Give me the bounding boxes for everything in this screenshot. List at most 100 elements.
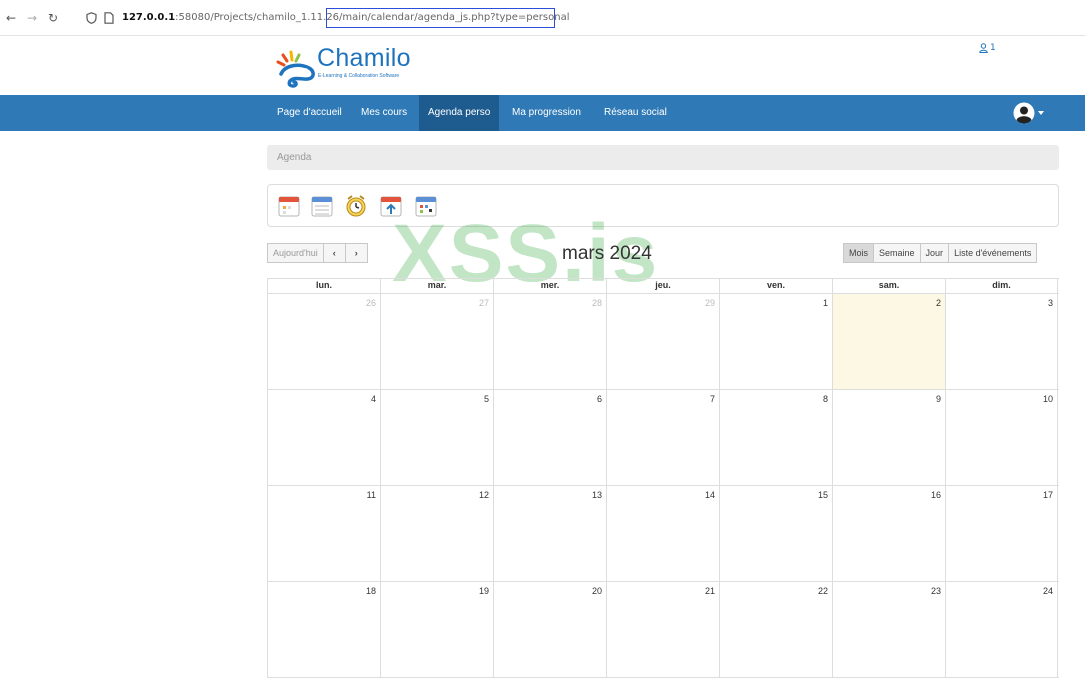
weekday-label: sam. bbox=[832, 279, 945, 293]
weekday-label: dim. bbox=[945, 279, 1058, 293]
day-number[interactable]: 21 bbox=[705, 586, 715, 596]
week-row: 11 12 13 14 15 16 17 bbox=[267, 486, 1059, 582]
day-cell[interactable]: 21 bbox=[606, 582, 719, 677]
day-cell[interactable]: 20 bbox=[493, 582, 606, 677]
nav-mes-cours[interactable]: Mes cours bbox=[352, 95, 416, 131]
day-number[interactable]: 2 bbox=[936, 298, 941, 308]
day-number[interactable]: 27 bbox=[479, 298, 489, 308]
url-host: 127.0.0.1 bbox=[122, 12, 176, 23]
calendar-list-icon[interactable] bbox=[310, 194, 334, 218]
prev-month-button[interactable]: ‹ bbox=[322, 243, 346, 263]
day-number[interactable]: 24 bbox=[1043, 586, 1053, 596]
day-cell[interactable]: 23 bbox=[832, 582, 945, 677]
day-cell[interactable]: 6 bbox=[493, 390, 606, 485]
weekday-label: jeu. bbox=[606, 279, 719, 293]
day-number[interactable]: 16 bbox=[931, 490, 941, 500]
day-number[interactable]: 17 bbox=[1043, 490, 1053, 500]
user-menu[interactable] bbox=[1013, 102, 1044, 124]
view-switcher: Mois Semaine Jour Liste d'événements bbox=[843, 243, 1038, 263]
next-month-button[interactable]: › bbox=[344, 243, 368, 263]
day-cell[interactable]: 8 bbox=[719, 390, 832, 485]
shield-icon[interactable] bbox=[86, 12, 97, 24]
add-event-icon[interactable] bbox=[277, 194, 301, 218]
day-cell[interactable]: 26 bbox=[267, 294, 380, 389]
day-number[interactable]: 13 bbox=[592, 490, 602, 500]
forward-arrow-icon[interactable]: → bbox=[27, 11, 37, 25]
logo-subtitle: E-Learning & Collaboration Software bbox=[318, 73, 400, 79]
view-week-button[interactable]: Semaine bbox=[873, 243, 921, 263]
import-icon[interactable] bbox=[379, 194, 403, 218]
day-number[interactable]: 18 bbox=[366, 586, 376, 596]
day-cell[interactable]: 12 bbox=[380, 486, 493, 581]
day-cell[interactable]: 15 bbox=[719, 486, 832, 581]
day-number[interactable]: 26 bbox=[366, 298, 376, 308]
day-cell[interactable]: 24 bbox=[945, 582, 1058, 677]
day-cell[interactable]: 19 bbox=[380, 582, 493, 677]
agenda-toolbar bbox=[267, 184, 1059, 227]
day-number[interactable]: 6 bbox=[597, 394, 602, 404]
view-month-button[interactable]: Mois bbox=[843, 243, 875, 263]
page-info-icon[interactable] bbox=[104, 12, 114, 24]
day-cell[interactable]: 22 bbox=[719, 582, 832, 677]
day-number[interactable]: 23 bbox=[931, 586, 941, 596]
day-cell-today[interactable]: 2 bbox=[832, 294, 945, 389]
view-day-button[interactable]: Jour bbox=[919, 243, 950, 263]
day-number[interactable]: 22 bbox=[818, 586, 828, 596]
day-cell[interactable]: 10 bbox=[945, 390, 1058, 485]
day-cell[interactable]: 3 bbox=[945, 294, 1058, 389]
day-number[interactable]: 19 bbox=[479, 586, 489, 596]
nav-page-accueil[interactable]: Page d'accueil bbox=[268, 95, 351, 131]
day-number[interactable]: 12 bbox=[479, 490, 489, 500]
view-list-button[interactable]: Liste d'événements bbox=[948, 243, 1038, 263]
day-cell[interactable]: 28 bbox=[493, 294, 606, 389]
nav-reseau-social[interactable]: Réseau social bbox=[595, 95, 676, 131]
nav-ma-progression[interactable]: Ma progression bbox=[503, 95, 590, 131]
breadcrumb: Agenda bbox=[267, 145, 1059, 170]
week-row: 18 19 20 21 22 23 24 bbox=[267, 582, 1059, 678]
day-cell[interactable]: 16 bbox=[832, 486, 945, 581]
day-cell[interactable]: 18 bbox=[267, 582, 380, 677]
browser-toolbar: ← → ↻ 127.0.0.1:58080/Projects/chamilo_1… bbox=[0, 0, 1085, 36]
day-number[interactable]: 9 bbox=[936, 394, 941, 404]
day-cell[interactable]: 13 bbox=[493, 486, 606, 581]
day-number[interactable]: 4 bbox=[371, 394, 376, 404]
day-number[interactable]: 15 bbox=[818, 490, 828, 500]
day-number[interactable]: 20 bbox=[592, 586, 602, 596]
back-arrow-icon[interactable]: ← bbox=[6, 11, 16, 25]
week-row: 26 27 28 29 1 2 3 bbox=[267, 294, 1059, 390]
day-cell[interactable]: 7 bbox=[606, 390, 719, 485]
day-cell[interactable]: 4 bbox=[267, 390, 380, 485]
online-users[interactable]: 1 bbox=[979, 43, 996, 53]
day-number[interactable]: 14 bbox=[705, 490, 715, 500]
online-users-count: 1 bbox=[990, 43, 996, 53]
user-icon bbox=[979, 43, 988, 53]
day-number[interactable]: 11 bbox=[367, 490, 376, 500]
main-navbar: Page d'accueil Mes cours Agenda perso Ma… bbox=[0, 95, 1085, 131]
calendar-weeks: 26 27 28 29 1 2 3 4 5 6 7 8 9 10 11 12 13 14 15 16 17 18 19 20 2… bbox=[267, 294, 1059, 678]
calendar-nav-group: Aujourd'hui ‹ › bbox=[267, 243, 368, 263]
day-cell[interactable]: 17 bbox=[945, 486, 1058, 581]
day-number[interactable]: 3 bbox=[1048, 298, 1053, 308]
day-number[interactable]: 8 bbox=[823, 394, 828, 404]
day-number[interactable]: 7 bbox=[710, 394, 715, 404]
logo-text: Chamilo bbox=[317, 44, 411, 72]
day-number[interactable]: 28 bbox=[592, 298, 602, 308]
day-cell[interactable]: 11 bbox=[267, 486, 380, 581]
day-cell[interactable]: 1 bbox=[719, 294, 832, 389]
day-cell[interactable]: 14 bbox=[606, 486, 719, 581]
reload-icon[interactable]: ↻ bbox=[48, 11, 58, 25]
url-highlight-box bbox=[326, 8, 555, 28]
sessions-planning-icon[interactable] bbox=[344, 194, 368, 218]
day-number[interactable]: 29 bbox=[705, 298, 715, 308]
export-icon[interactable] bbox=[414, 194, 438, 218]
day-number[interactable]: 1 bbox=[823, 298, 828, 308]
day-cell[interactable]: 5 bbox=[380, 390, 493, 485]
day-cell[interactable]: 27 bbox=[380, 294, 493, 389]
day-number[interactable]: 10 bbox=[1043, 394, 1053, 404]
nav-agenda-perso[interactable]: Agenda perso bbox=[419, 95, 500, 131]
weekday-label: lun. bbox=[267, 279, 380, 293]
day-cell[interactable]: 29 bbox=[606, 294, 719, 389]
day-number[interactable]: 5 bbox=[484, 394, 489, 404]
day-cell[interactable]: 9 bbox=[832, 390, 945, 485]
today-button[interactable]: Aujourd'hui bbox=[267, 243, 324, 263]
